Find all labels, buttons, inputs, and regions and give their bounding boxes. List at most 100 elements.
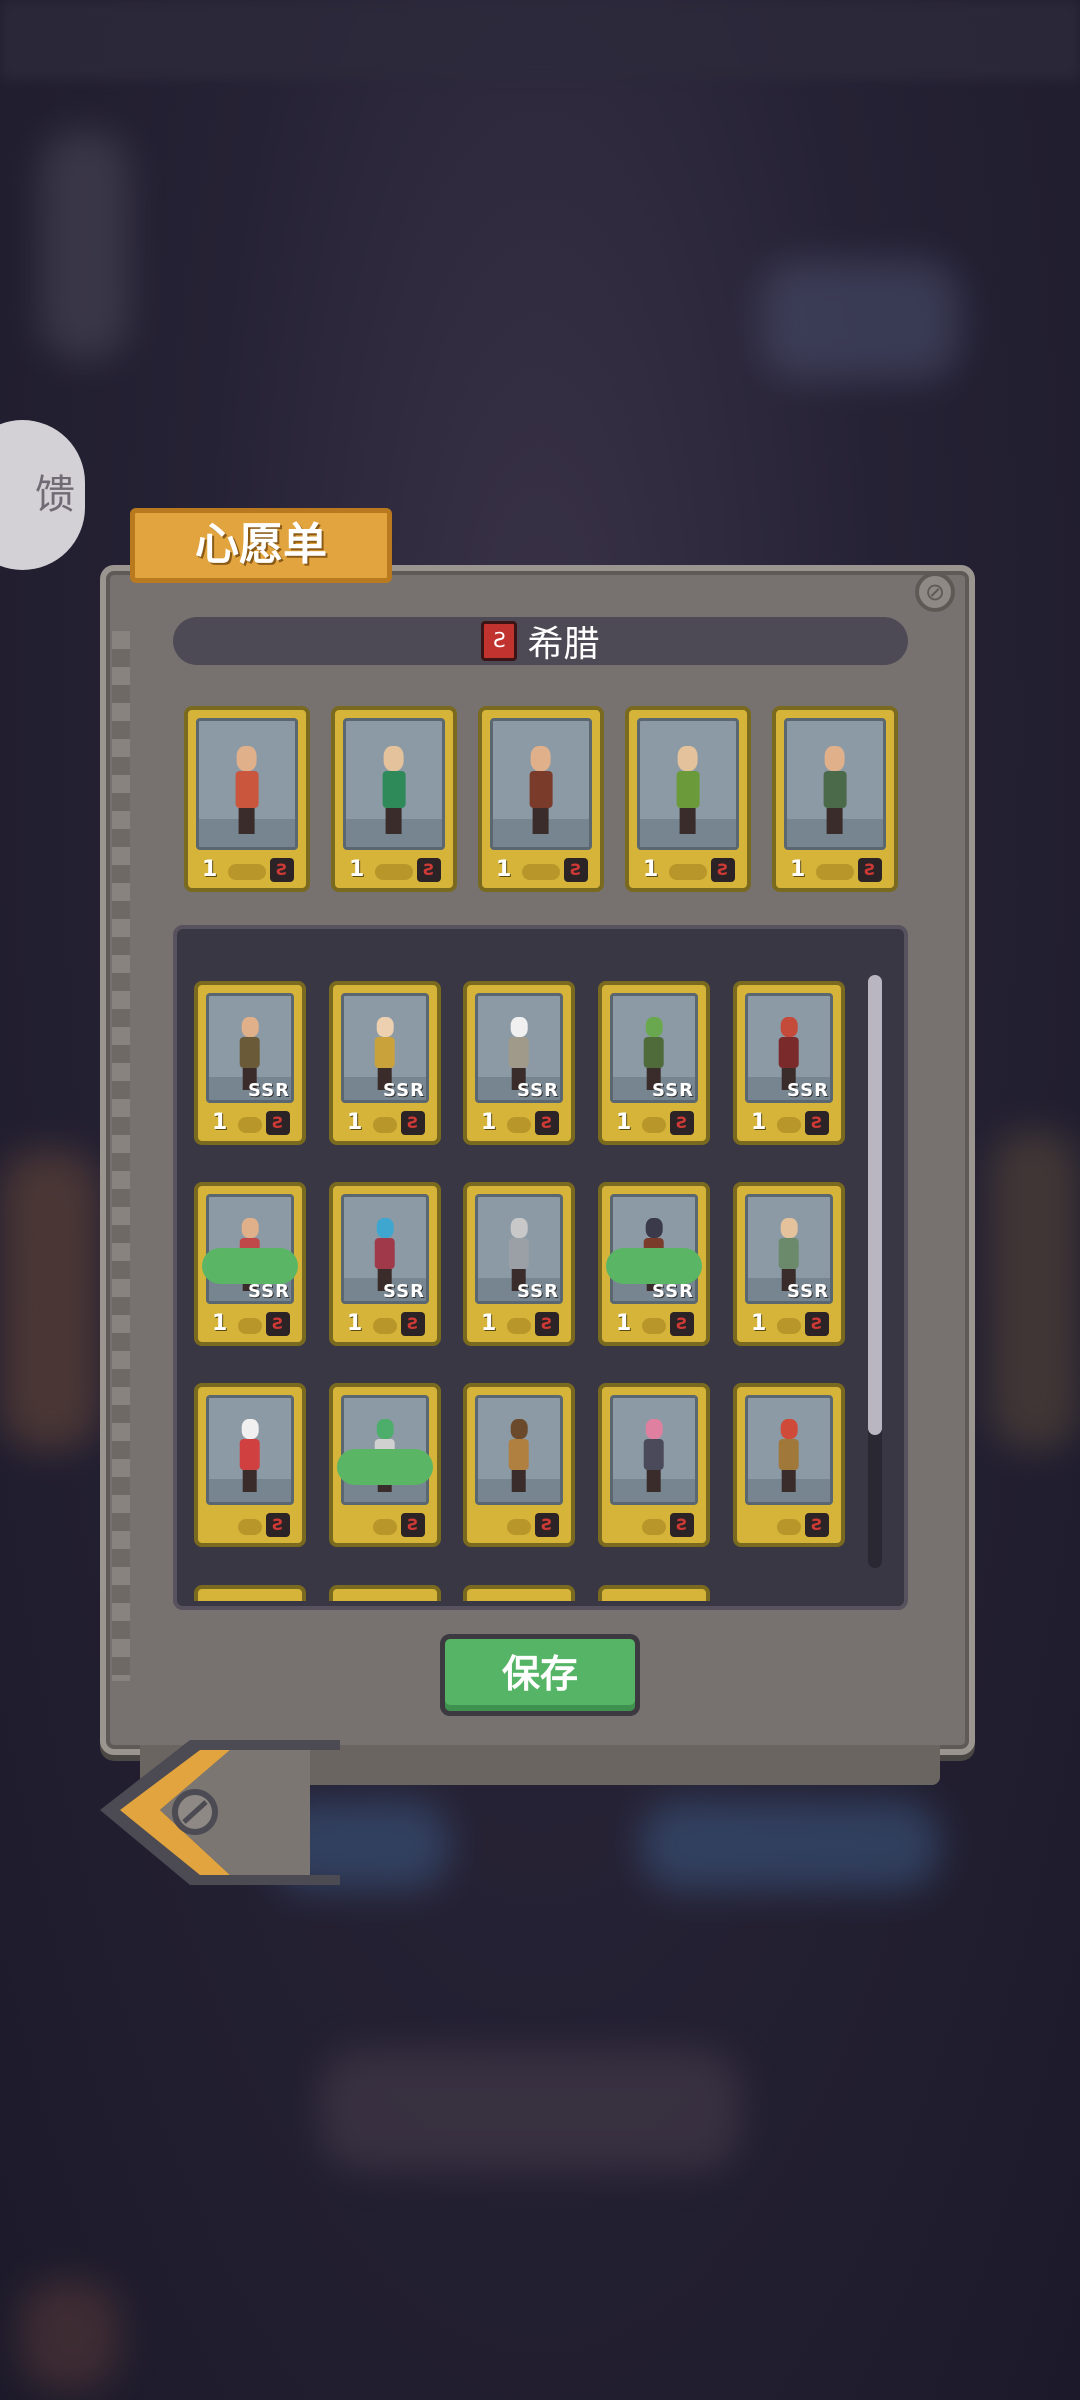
hero-sprite xyxy=(380,746,409,835)
faction-header: Ƨ 希腊 xyxy=(173,617,908,665)
hero-card-partial[interactable] xyxy=(598,1585,710,1601)
hero-card[interactable]: 1 Ƨ SSR xyxy=(194,1182,306,1346)
hero-card[interactable]: 1 Ƨ SSR xyxy=(598,981,710,1145)
card-bar xyxy=(507,1318,531,1334)
card-bar xyxy=(228,864,266,880)
hero-card-partial[interactable] xyxy=(463,1585,575,1601)
hero-level: 1 xyxy=(481,1110,497,1135)
hero-sprite xyxy=(507,1217,532,1291)
hero-level: 1 xyxy=(643,857,659,882)
hero-level: 1 xyxy=(616,1311,632,1336)
hero-sprite xyxy=(373,1217,398,1291)
hero-card[interactable]: 1 Ƨ SSR xyxy=(598,1182,710,1346)
card-bar xyxy=(238,1519,262,1535)
selected-badge xyxy=(202,1248,298,1284)
shield-icon: Ƨ xyxy=(805,1111,829,1135)
hero-card[interactable]: 1 Ƨ SSR xyxy=(733,981,845,1145)
hero-level: 1 xyxy=(616,1110,632,1135)
shield-icon: Ƨ xyxy=(535,1312,559,1336)
close-button[interactable]: ⊘ xyxy=(915,572,955,612)
rarity-label: SSR xyxy=(383,1080,425,1101)
hero-card[interactable]: 1 Ƨ SSR xyxy=(463,981,575,1145)
selected-hero-card[interactable]: 1Ƨ xyxy=(184,706,310,892)
rarity-label: SSR xyxy=(383,1281,425,1302)
card-bar xyxy=(507,1519,531,1535)
shield-icon: Ƨ xyxy=(805,1513,829,1537)
rarity-label: SSR xyxy=(787,1281,829,1302)
hero-card[interactable]: 1 Ƨ SSR xyxy=(733,1182,845,1346)
hero-card[interactable]: Ƨ xyxy=(463,1383,575,1547)
selected-hero-card[interactable]: 1Ƨ xyxy=(625,706,751,892)
card-bar xyxy=(373,1519,397,1535)
hero-level: 1 xyxy=(349,857,365,882)
hero-sprite xyxy=(777,1016,802,1090)
hero-card[interactable]: Ƨ xyxy=(733,1383,845,1547)
hero-card[interactable]: 1 Ƨ SSR xyxy=(329,1182,441,1346)
hero-sprite xyxy=(777,1217,802,1291)
rarity-label: SSR xyxy=(517,1281,559,1302)
hero-card[interactable]: 1 Ƨ SSR xyxy=(329,981,441,1145)
shield-icon: Ƨ xyxy=(401,1312,425,1336)
hero-card-partial[interactable] xyxy=(194,1585,306,1601)
shield-icon: Ƨ xyxy=(481,621,518,661)
shield-icon: Ƨ xyxy=(564,858,588,882)
hero-level: 1 xyxy=(202,857,218,882)
hero-sprite xyxy=(642,1418,667,1492)
hero-level: 1 xyxy=(347,1110,363,1135)
hero-sprite xyxy=(642,1016,667,1090)
side-badge-label: 馈 xyxy=(35,472,75,518)
shield-icon: Ƨ xyxy=(401,1111,425,1135)
shield-icon: Ƨ xyxy=(535,1513,559,1537)
shield-icon: Ƨ xyxy=(670,1111,694,1135)
hero-card[interactable]: Ƨ xyxy=(598,1383,710,1547)
hero-level: 1 xyxy=(481,1311,497,1336)
card-bar xyxy=(375,864,413,880)
hero-portrait xyxy=(637,718,739,850)
card-bar xyxy=(238,1318,262,1334)
shield-icon: Ƨ xyxy=(805,1312,829,1336)
hero-sprite xyxy=(674,746,703,835)
selected-badge xyxy=(337,1449,433,1485)
rarity-label: SSR xyxy=(517,1080,559,1101)
shield-icon: Ƨ xyxy=(266,1513,290,1537)
save-button[interactable]: 保存 xyxy=(440,1634,640,1716)
back-button[interactable] xyxy=(100,1740,340,1885)
shield-icon: Ƨ xyxy=(270,858,294,882)
hero-sprite xyxy=(238,1016,263,1090)
hero-card[interactable]: Ƨ xyxy=(194,1383,306,1547)
card-bar xyxy=(373,1117,397,1133)
hero-card[interactable]: Ƨ xyxy=(329,1383,441,1547)
hero-level: 1 xyxy=(790,857,806,882)
top-status-bar xyxy=(0,0,1080,80)
hero-sprite xyxy=(527,746,556,835)
selected-badge xyxy=(606,1248,702,1284)
rarity-label: SSR xyxy=(652,1080,694,1101)
background-shape xyxy=(20,2280,120,2390)
shield-icon: Ƨ xyxy=(670,1312,694,1336)
hero-card[interactable]: 1 Ƨ SSR xyxy=(194,981,306,1145)
scrollbar-thumb[interactable] xyxy=(868,975,882,1435)
selected-hero-card[interactable]: 1Ƨ xyxy=(772,706,898,892)
background-shape xyxy=(990,1130,1080,1450)
selected-hero-card[interactable]: 1Ƨ xyxy=(478,706,604,892)
card-bar xyxy=(777,1117,801,1133)
hero-level: 1 xyxy=(751,1110,767,1135)
card-bar xyxy=(642,1117,666,1133)
rarity-label: SSR xyxy=(787,1080,829,1101)
hero-sprite xyxy=(507,1016,532,1090)
background-shape xyxy=(760,260,960,380)
side-badge[interactable]: 馈 xyxy=(0,420,85,570)
card-bar xyxy=(777,1519,801,1535)
panel-title: 心愿单 xyxy=(130,508,392,583)
hero-portrait xyxy=(196,718,298,850)
hero-sprite xyxy=(233,746,262,835)
close-icon: ⊘ xyxy=(924,578,946,606)
hero-level: 1 xyxy=(347,1311,363,1336)
selected-hero-card[interactable]: 1Ƨ xyxy=(331,706,457,892)
hero-card-partial[interactable] xyxy=(329,1585,441,1601)
shield-icon: Ƨ xyxy=(401,1513,425,1537)
rarity-label: SSR xyxy=(652,1281,694,1302)
hero-card[interactable]: 1 Ƨ SSR xyxy=(463,1182,575,1346)
hero-portrait xyxy=(490,718,592,850)
hero-sprite xyxy=(373,1016,398,1090)
